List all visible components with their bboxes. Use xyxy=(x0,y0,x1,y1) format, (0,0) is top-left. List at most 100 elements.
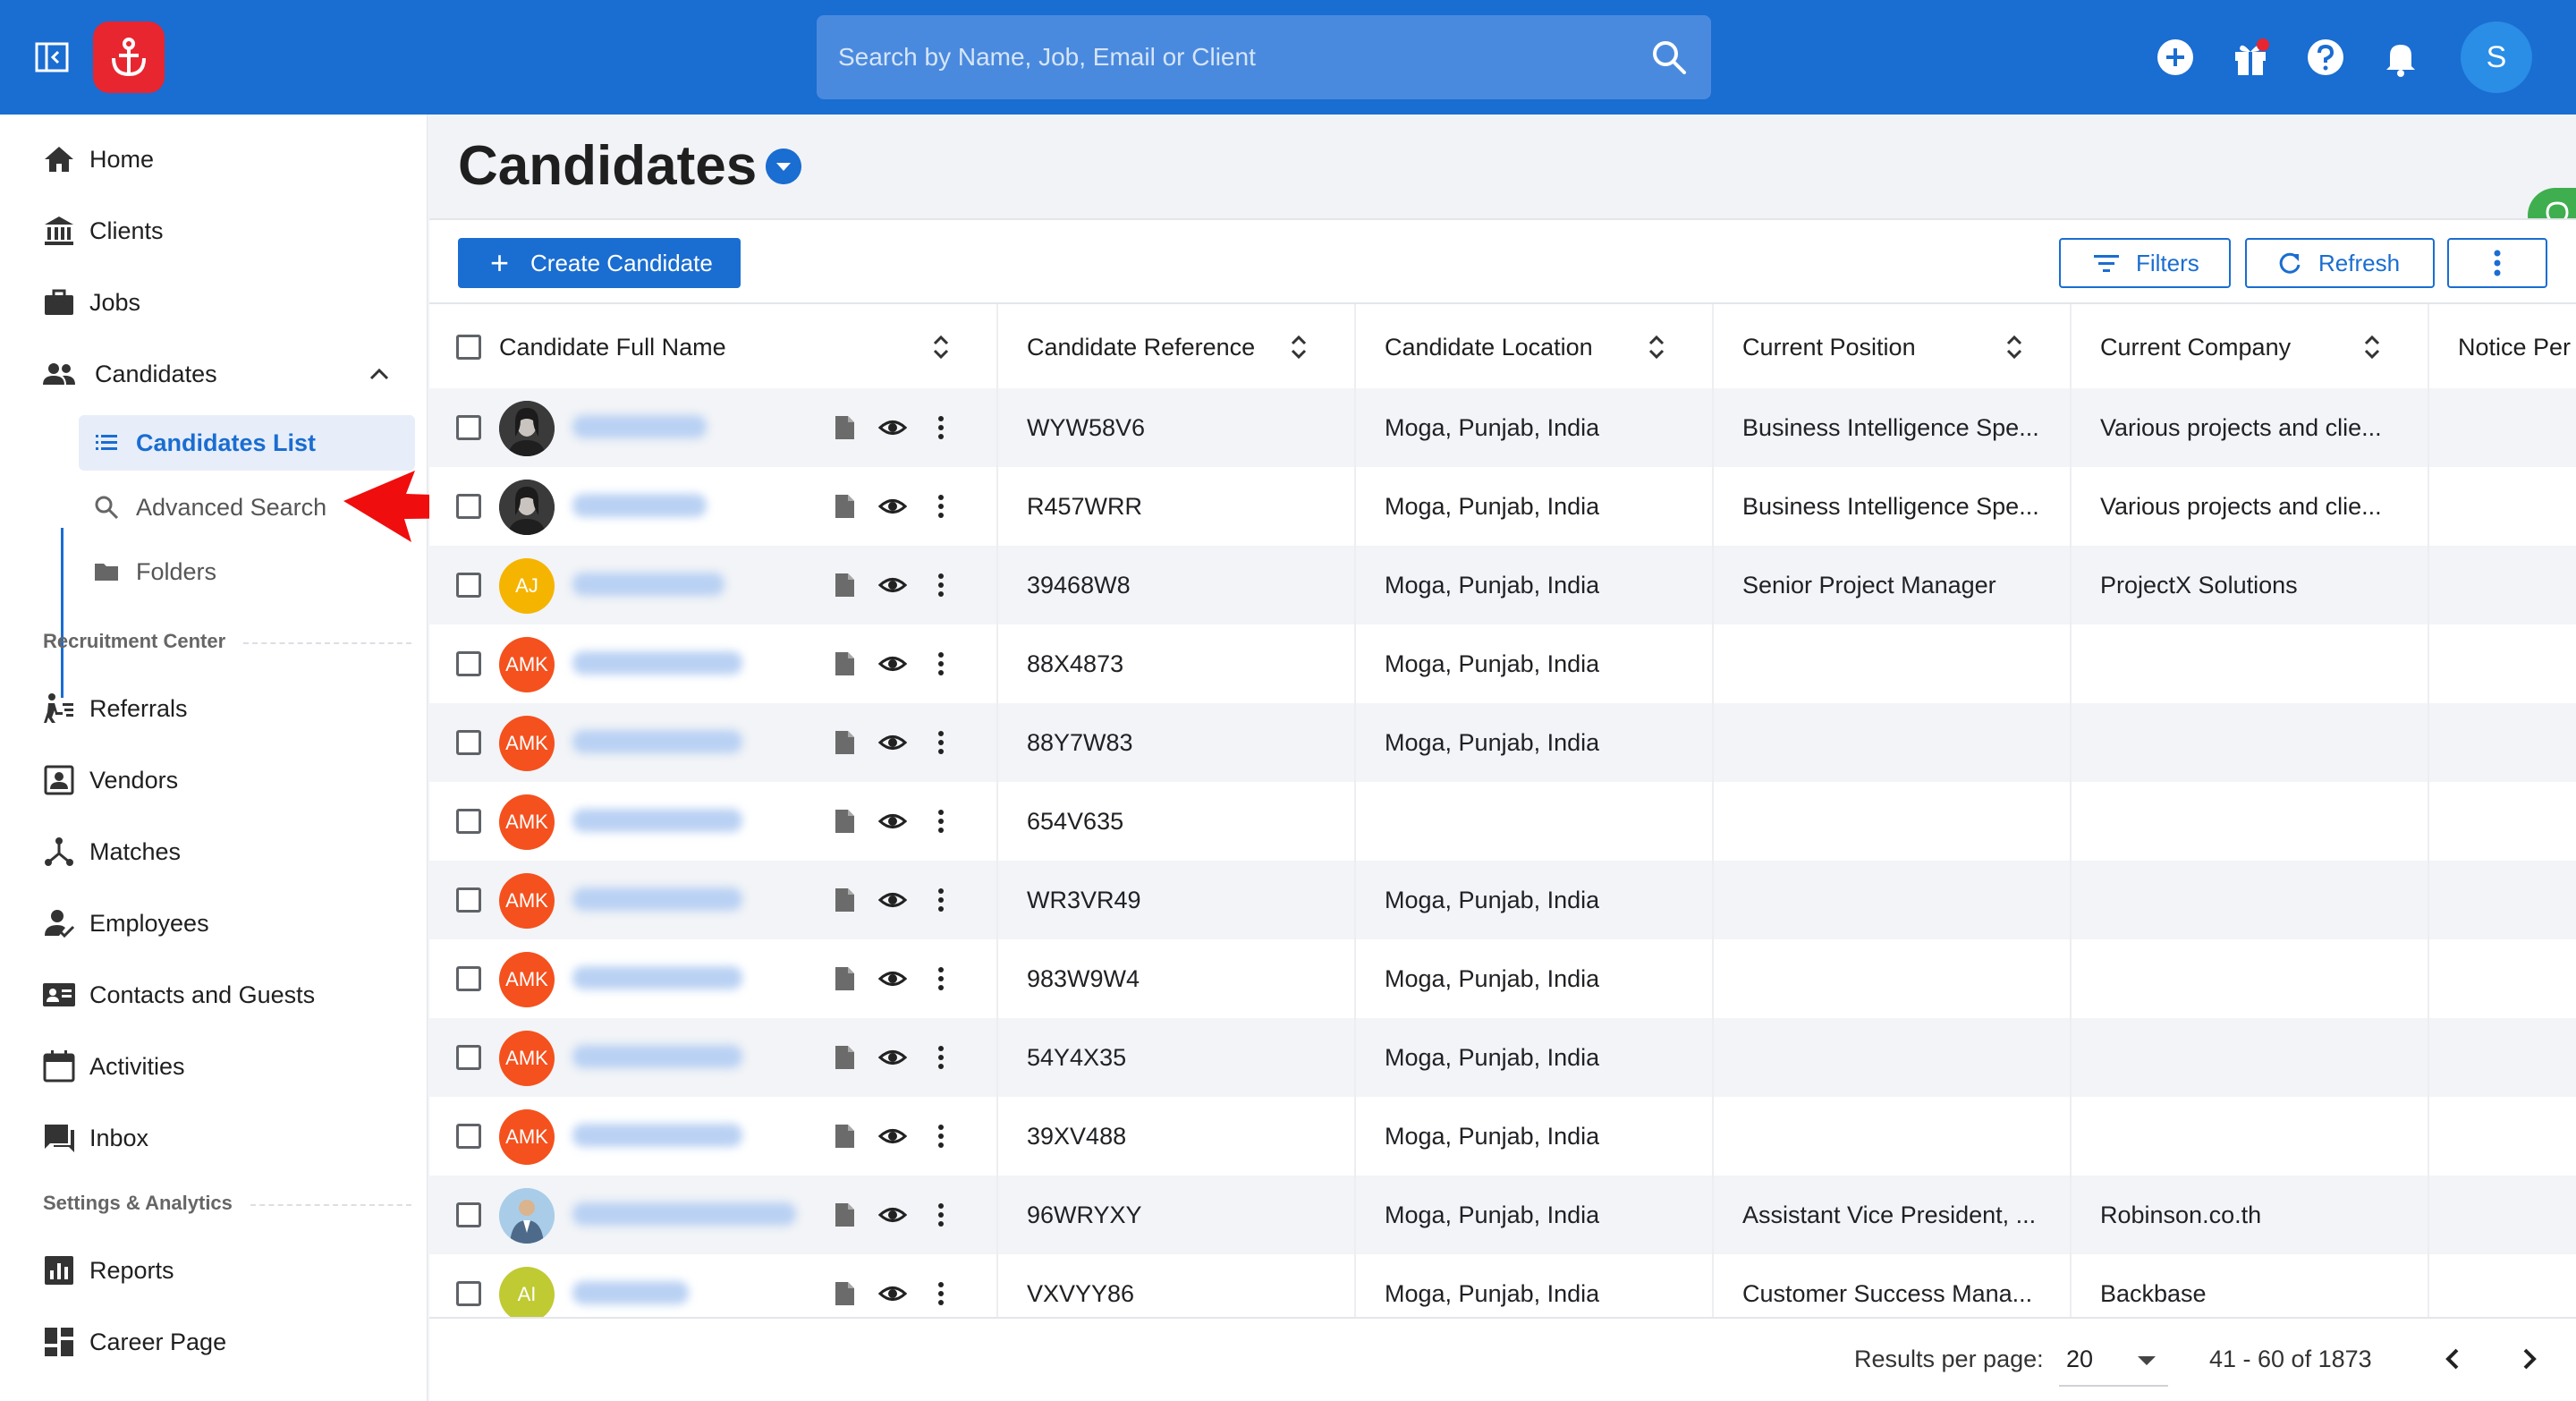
candidate-avatar[interactable]: AMK xyxy=(499,1109,555,1165)
candidate-name-redacted[interactable] xyxy=(572,651,742,675)
sidebar-item-activities[interactable]: Activities xyxy=(0,1038,428,1095)
column-header-notice[interactable]: Notice Per xyxy=(2429,304,2576,390)
more-vert-icon[interactable] xyxy=(927,807,955,836)
candidate-name-redacted[interactable] xyxy=(572,966,742,989)
sidebar-item-clients[interactable]: Clients xyxy=(0,202,428,259)
row-checkbox[interactable] xyxy=(456,415,481,440)
document-icon[interactable] xyxy=(830,492,859,521)
table-row[interactable]: AMK 88Y7W83 Moga, Punjab, India xyxy=(429,703,2576,782)
more-vert-icon[interactable] xyxy=(927,1279,955,1308)
table-row[interactable]: AMK 983W9W4 Moga, Punjab, India xyxy=(429,939,2576,1018)
candidate-avatar[interactable]: AMK xyxy=(499,952,555,1007)
table-row[interactable]: AMK 39XV488 Moga, Punjab, India xyxy=(429,1097,2576,1176)
document-icon[interactable] xyxy=(830,1279,859,1308)
sidebar-item-employees[interactable]: Employees xyxy=(0,895,428,952)
document-icon[interactable] xyxy=(830,1043,859,1072)
table-row[interactable]: AI VXVYY86 Moga, Punjab, India Customer … xyxy=(429,1254,2576,1317)
table-row[interactable]: R457WRR Moga, Punjab, India Business Int… xyxy=(429,467,2576,546)
candidate-name-redacted[interactable] xyxy=(572,887,742,911)
filters-button[interactable]: Filters xyxy=(2059,238,2231,288)
candidate-avatar[interactable]: AI xyxy=(499,1267,555,1317)
table-row[interactable]: 96WRYXY Moga, Punjab, India Assistant Vi… xyxy=(429,1176,2576,1254)
document-icon[interactable] xyxy=(830,650,859,678)
app-logo[interactable] xyxy=(93,21,165,93)
eye-icon[interactable] xyxy=(878,492,907,521)
more-vert-icon[interactable] xyxy=(927,1122,955,1151)
document-icon[interactable] xyxy=(830,571,859,599)
candidate-avatar[interactable]: AMK xyxy=(499,1031,555,1086)
sidebar-item-candidates-list[interactable]: Candidates List xyxy=(79,415,415,471)
column-header-company[interactable]: Current Company xyxy=(2072,304,2429,390)
more-vert-icon[interactable] xyxy=(927,1201,955,1229)
help-icon[interactable] xyxy=(2306,38,2345,77)
candidate-avatar[interactable] xyxy=(499,1188,555,1244)
results-per-page-select[interactable]: 20 xyxy=(2059,1331,2168,1387)
row-checkbox[interactable] xyxy=(456,809,481,834)
eye-icon[interactable] xyxy=(878,413,907,442)
eye-icon[interactable] xyxy=(878,1043,907,1072)
eye-icon[interactable] xyxy=(878,807,907,836)
document-icon[interactable] xyxy=(830,886,859,914)
more-vert-icon[interactable] xyxy=(927,492,955,521)
table-row[interactable]: WYW58V6 Moga, Punjab, India Business Int… xyxy=(429,388,2576,467)
table-row[interactable]: AMK 88X4873 Moga, Punjab, India xyxy=(429,624,2576,703)
eye-icon[interactable] xyxy=(878,650,907,678)
sidebar-item-vendors[interactable]: Vendors xyxy=(0,751,428,809)
more-vert-icon[interactable] xyxy=(927,650,955,678)
sidebar-toggle-icon[interactable] xyxy=(34,39,70,75)
bell-icon[interactable] xyxy=(2381,38,2420,77)
row-checkbox[interactable] xyxy=(456,1124,481,1149)
more-vert-icon[interactable] xyxy=(927,964,955,993)
candidate-name-redacted[interactable] xyxy=(572,809,742,832)
select-all-checkbox[interactable] xyxy=(456,335,481,360)
document-icon[interactable] xyxy=(830,807,859,836)
row-checkbox[interactable] xyxy=(456,651,481,676)
user-avatar[interactable]: S xyxy=(2461,21,2532,93)
candidate-avatar[interactable]: AMK xyxy=(499,873,555,929)
sidebar-item-reports[interactable]: Reports xyxy=(0,1242,428,1299)
document-icon[interactable] xyxy=(830,1122,859,1151)
sort-icon[interactable] xyxy=(2361,331,2383,363)
table-row[interactable]: AMK WR3VR49 Moga, Punjab, India xyxy=(429,861,2576,939)
candidate-avatar[interactable] xyxy=(499,480,555,535)
candidate-avatar[interactable]: AMK xyxy=(499,637,555,692)
refresh-button[interactable]: Refresh xyxy=(2245,238,2435,288)
eye-icon[interactable] xyxy=(878,571,907,599)
row-checkbox[interactable] xyxy=(456,1045,481,1070)
candidate-avatar[interactable]: AMK xyxy=(499,716,555,771)
chevron-up-icon[interactable] xyxy=(367,363,392,385)
candidate-name-redacted[interactable] xyxy=(572,494,707,517)
eye-icon[interactable] xyxy=(878,1279,907,1308)
sort-icon[interactable] xyxy=(1288,331,1309,363)
sidebar-item-career-page[interactable]: Career Page xyxy=(0,1313,428,1371)
sort-icon[interactable] xyxy=(930,331,952,363)
sidebar-item-folders[interactable]: Folders xyxy=(79,544,415,599)
document-icon[interactable] xyxy=(830,964,859,993)
row-checkbox[interactable] xyxy=(456,730,481,755)
sidebar-item-contacts[interactable]: Contacts and Guests xyxy=(0,966,428,1023)
table-row[interactable]: AMK 654V635 xyxy=(429,782,2576,861)
eye-icon[interactable] xyxy=(878,886,907,914)
sidebar-item-inbox[interactable]: Inbox xyxy=(0,1109,428,1167)
gift-icon[interactable] xyxy=(2231,38,2270,77)
candidate-name-redacted[interactable] xyxy=(572,1045,742,1068)
document-icon[interactable] xyxy=(830,1201,859,1229)
sort-icon[interactable] xyxy=(1646,331,1667,363)
candidate-avatar[interactable] xyxy=(499,401,555,456)
more-vert-icon[interactable] xyxy=(927,571,955,599)
create-candidate-button[interactable]: + Create Candidate xyxy=(458,238,741,288)
sidebar-item-referrals[interactable]: Referrals xyxy=(0,680,428,737)
sidebar-item-home[interactable]: Home xyxy=(0,131,428,188)
candidate-avatar[interactable]: AMK xyxy=(499,794,555,850)
sort-icon[interactable] xyxy=(2004,331,2025,363)
document-icon[interactable] xyxy=(830,413,859,442)
document-icon[interactable] xyxy=(830,728,859,757)
global-search-input[interactable] xyxy=(838,15,1625,99)
sidebar-item-candidates[interactable]: Candidates xyxy=(0,345,428,403)
row-checkbox[interactable] xyxy=(456,887,481,913)
row-checkbox[interactable] xyxy=(456,573,481,598)
table-row[interactable]: AMK 54Y4X35 Moga, Punjab, India xyxy=(429,1018,2576,1097)
sidebar-item-matches[interactable]: Matches xyxy=(0,823,428,880)
eye-icon[interactable] xyxy=(878,964,907,993)
add-circle-icon[interactable] xyxy=(2156,38,2195,77)
